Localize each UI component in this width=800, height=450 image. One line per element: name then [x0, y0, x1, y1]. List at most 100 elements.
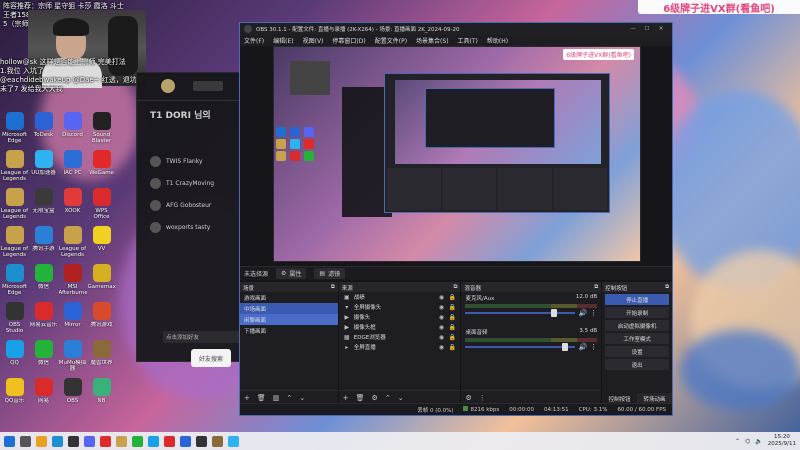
app-taskbar-icon[interactable] [212, 435, 223, 447]
eye-icon[interactable]: ◉ [437, 294, 445, 301]
menu-docks[interactable]: 停靠窗口(D) [332, 36, 365, 45]
desktop-shortcut[interactable]: League of Legends [0, 226, 29, 264]
dock-menu-icon[interactable]: ⧉ [594, 284, 598, 290]
desktop-shortcut[interactable]: VV [87, 226, 116, 264]
lock-icon[interactable]: 🔒 [448, 314, 456, 321]
gear-icon[interactable]: ⚙ [372, 394, 378, 402]
speaker-icon[interactable]: 🔊 [578, 343, 587, 351]
wegame-taskbar-icon[interactable] [100, 435, 111, 447]
scene-item[interactable]: 中场画面 [240, 303, 338, 314]
minimize-icon[interactable]: — [626, 26, 640, 32]
lol-taskbar-icon[interactable] [116, 435, 127, 447]
chevron-up-icon[interactable]: ⌃ [286, 394, 292, 402]
desktop-shortcut[interactable]: QQ音乐 [0, 378, 29, 416]
discord-taskbar-icon[interactable] [84, 435, 95, 447]
desktop-shortcut[interactable]: 网易 [29, 378, 58, 416]
lock-icon[interactable]: 🔒 [448, 334, 456, 341]
source-item[interactable]: ▾ 全屏摄像头 ◉ 🔒 [339, 302, 461, 312]
start-recording-button[interactable]: 开始录制 [605, 307, 669, 318]
more-icon[interactable]: ⋮ [590, 309, 597, 317]
close-icon[interactable]: ✕ [654, 26, 668, 32]
desktop-shortcut[interactable]: Gamemax [87, 264, 116, 302]
eye-icon[interactable]: ◉ [437, 304, 445, 311]
filters-button[interactable]: ▤ 滤镜 [314, 268, 346, 279]
league-header-button[interactable] [193, 81, 223, 91]
menu-profile[interactable]: 配置文件(P) [375, 36, 407, 45]
desktop-shortcut[interactable]: 微信 [29, 340, 58, 378]
tray-chevron-icon[interactable]: ⌃ [735, 438, 740, 445]
menu-scene-collection[interactable]: 场景集合(S) [416, 36, 449, 45]
desktop-shortcut[interactable]: Mirror [58, 302, 87, 340]
desktop-shortcut[interactable]: WPS Office [87, 188, 116, 226]
chevron-up-icon[interactable]: ⌃ [385, 394, 391, 402]
desktop-shortcut[interactable]: 无限宝盒 [29, 188, 58, 226]
lock-icon[interactable]: 🔒 [448, 304, 456, 311]
properties-button[interactable]: ⚙ 属性 [276, 268, 307, 279]
desktop-shortcut[interactable]: WeGame [87, 150, 116, 188]
lock-icon[interactable]: 🔒 [448, 294, 456, 301]
eye-icon[interactable]: ◉ [437, 344, 445, 351]
filter-icon[interactable]: ▥ [273, 394, 280, 402]
obs-preview[interactable]: 6级牌子进VX群(看鱼吧) [240, 46, 672, 286]
desktop-shortcut[interactable]: 微信 [29, 264, 58, 302]
desktop-shortcut[interactable]: IAC PC [58, 150, 87, 188]
desktop-shortcut[interactable]: Microsoft Edge [0, 112, 29, 150]
friend-row[interactable]: woxports tasty [150, 216, 240, 238]
lock-icon[interactable]: 🔒 [448, 344, 456, 351]
more-icon[interactable]: ⋮ [590, 343, 597, 351]
slider-knob[interactable] [562, 343, 569, 351]
lock-icon[interactable]: 🔒 [448, 324, 456, 331]
dock-menu-icon[interactable]: ⧉ [331, 284, 335, 290]
desktop-shortcut[interactable]: League of Legends [58, 226, 87, 264]
friend-row[interactable]: TWIS Flanky [150, 150, 240, 172]
netease-taskbar-icon[interactable] [164, 435, 175, 447]
scene-item[interactable]: 下播画面 [240, 325, 338, 336]
scene-item[interactable]: 游戏画面 [240, 292, 338, 303]
desktop-shortcut[interactable]: Microsoft Edge [0, 264, 29, 302]
stop-streaming-button[interactable]: 停止直播 [605, 294, 669, 305]
desktop-shortcut[interactable]: QQ [0, 340, 29, 378]
network-icon[interactable]: ⌬ [745, 438, 750, 445]
add-icon[interactable]: + [244, 394, 250, 402]
scene-item[interactable]: 闲聊画面 [240, 314, 338, 325]
eye-icon[interactable]: ◉ [437, 334, 445, 341]
start-icon[interactable] [4, 435, 15, 447]
friend-row[interactable]: AFG Gobosteur [150, 194, 240, 216]
trash-icon[interactable]: 🗑 [257, 394, 266, 402]
desktop-shortcut[interactable]: League of Legends [0, 188, 29, 226]
volume-slider[interactable] [465, 343, 576, 351]
desktop-shortcut[interactable]: 网易云音乐 [29, 302, 58, 340]
friend-row[interactable]: T1 CrazyMoving [150, 172, 240, 194]
desktop-shortcut[interactable]: UU加速器 [29, 150, 58, 188]
desktop-shortcut[interactable]: MSI Afterburner [58, 264, 87, 302]
virtual-camera-button[interactable]: 启动虚拟摄像机 [605, 320, 669, 331]
desktop-shortcut[interactable]: OBS Studio [0, 302, 29, 340]
dock-menu-icon[interactable]: ⧉ [665, 284, 669, 290]
desktop-shortcut[interactable]: ToDesk [29, 112, 58, 150]
friend-search-button[interactable]: 好友搜索 [191, 349, 231, 367]
source-item[interactable]: ▸ 全屏直播 ◉ 🔒 [339, 342, 461, 352]
slider-knob[interactable] [551, 309, 558, 317]
volume-slider[interactable] [465, 309, 576, 317]
chevron-down-icon[interactable]: ⌄ [398, 394, 404, 402]
dock-menu-icon[interactable]: ⧉ [454, 284, 458, 290]
menu-view[interactable]: 视图(V) [303, 36, 324, 45]
desktop-shortcut[interactable]: OBS [58, 378, 87, 416]
desktop-shortcut[interactable]: 腾讯游戏 [87, 302, 116, 340]
more-icon[interactable]: ⋮ [479, 394, 486, 402]
qq-taskbar-icon[interactable] [148, 435, 159, 447]
desktop-shortcut[interactable]: 魔兽世界 [87, 340, 116, 378]
eye-icon[interactable]: ◉ [437, 324, 445, 331]
speaker-icon[interactable]: 🔊 [578, 309, 587, 317]
app-taskbar-icon[interactable] [196, 435, 207, 447]
volume-icon[interactable]: 🔈 [755, 438, 762, 445]
maximize-icon[interactable]: ☐ [640, 26, 654, 32]
chevron-down-icon[interactable]: ⌄ [299, 394, 305, 402]
trash-icon[interactable]: 🗑 [356, 394, 365, 402]
desktop-shortcut[interactable]: MuMu模拟器 [58, 340, 87, 378]
studio-mode-button[interactable]: 工作室模式 [605, 333, 669, 344]
league-add-friend-bar[interactable]: 点击添加好友 [163, 331, 243, 343]
desktop-shortcut[interactable]: 腾讯手游 [29, 226, 58, 264]
source-item[interactable]: ▶ 摄像头框 ◉ 🔒 [339, 322, 461, 332]
search-icon[interactable] [20, 435, 31, 447]
